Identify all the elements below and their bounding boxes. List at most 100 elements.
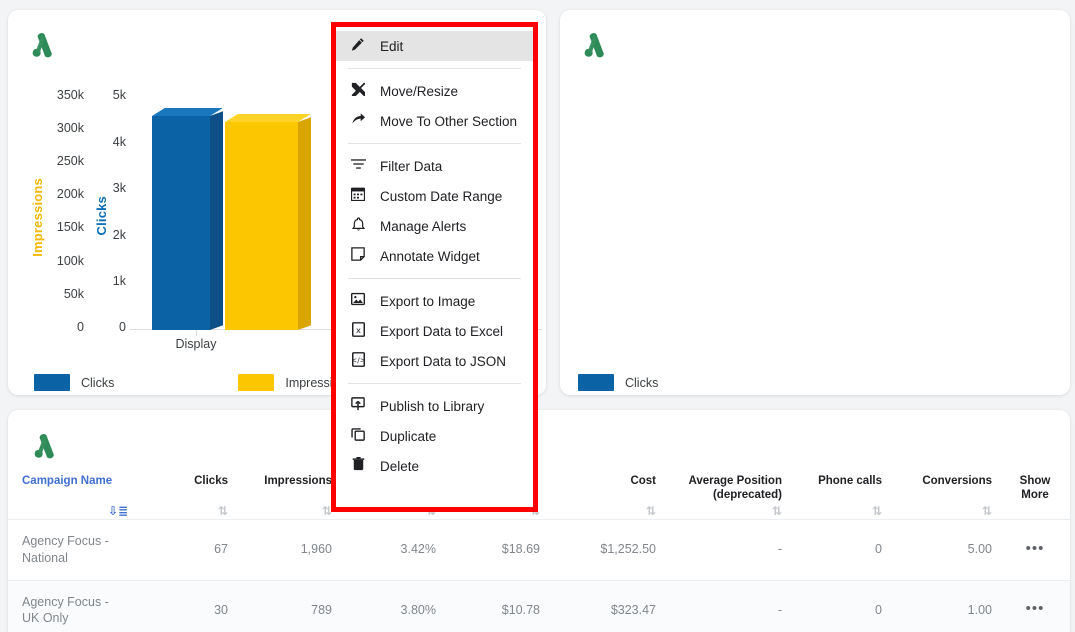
row-menu-icon[interactable]: ••• xyxy=(1024,539,1046,561)
pencil-icon xyxy=(350,37,366,55)
calendar-icon xyxy=(350,187,366,205)
menu-item-label: Edit xyxy=(380,38,404,54)
campaign-data-table: Campaign Name ⇩≣ Clicks ⇅ Impressions ⇅ xyxy=(8,468,1070,632)
column-header-label: Cost xyxy=(630,475,656,487)
context-menu-highlight-box: Edit Move/Resize Move To Other Section F… xyxy=(331,22,538,512)
legend-item-clicks[interactable]: Clicks xyxy=(34,374,114,391)
cell-phone-calls: 0 xyxy=(790,518,890,580)
google-ads-logo xyxy=(32,33,52,58)
row-actions-cell[interactable]: ••• xyxy=(1000,579,1070,632)
sort-desc-icon[interactable]: ⇩≣ xyxy=(108,505,128,517)
trash-icon xyxy=(350,457,366,475)
menu-item-edit[interactable]: Edit xyxy=(336,31,533,61)
menu-item-export-data-to-json[interactable]: </> Export Data to JSON xyxy=(336,346,533,376)
cell-conversions: 5.00 xyxy=(890,518,1000,580)
clicks-tick: 3k xyxy=(112,181,126,195)
menu-item-move-resize[interactable]: Move/Resize xyxy=(336,76,533,106)
svg-text:x: x xyxy=(356,324,361,334)
widget-context-menu[interactable]: Edit Move/Resize Move To Other Section F… xyxy=(336,27,533,507)
cell-campaign-name: Agency Focus - National xyxy=(8,518,136,580)
google-ads-logo xyxy=(34,434,54,459)
clicks-tick: 1k xyxy=(112,274,126,288)
menu-item-label: Move/Resize xyxy=(380,83,459,99)
menu-item-label: Custom Date Range xyxy=(380,188,503,204)
note-icon xyxy=(350,247,366,265)
table-row[interactable]: Agency Focus - UK Only 30 789 3.80% $10.… xyxy=(8,579,1070,632)
move-resize-icon xyxy=(350,82,366,100)
clicks-tick: 2k xyxy=(112,228,126,242)
cell-campaign-name: Agency Focus - UK Only xyxy=(8,579,136,632)
legend-label-clicks: Clicks xyxy=(81,375,115,390)
menu-item-filter-data[interactable]: Filter Data xyxy=(336,151,533,181)
menu-divider xyxy=(348,68,521,69)
impressions-tick: 200k xyxy=(56,187,84,201)
menu-item-move-to-other-section[interactable]: Move To Other Section xyxy=(336,106,533,136)
column-header-show-more[interactable]: Show More xyxy=(1000,468,1070,519)
legend-label-clicks: Clicks xyxy=(625,375,659,390)
google-ads-logo xyxy=(584,33,604,58)
left-chart-legend: Clicks Impressions xyxy=(34,374,353,391)
column-header-campaign-name[interactable]: Campaign Name ⇩≣ xyxy=(8,468,136,519)
menu-item-delete[interactable]: Delete xyxy=(336,451,533,481)
impressions-tick: 100k xyxy=(56,254,84,268)
menu-item-manage-alerts[interactable]: Manage Alerts xyxy=(336,211,533,241)
cell-cost: $1,252.50 xyxy=(548,518,664,580)
table-header-row: Campaign Name ⇩≣ Clicks ⇅ Impressions ⇅ xyxy=(8,468,1070,519)
menu-item-label: Export Data to JSON xyxy=(380,353,507,369)
legend-swatch-clicks xyxy=(34,374,70,391)
menu-divider xyxy=(348,278,521,279)
table-row[interactable]: Agency Focus - National 67 1,960 3.42% $… xyxy=(8,518,1070,580)
row-actions-cell[interactable]: ••• xyxy=(1000,518,1070,580)
sort-icon[interactable]: ⇅ xyxy=(218,505,228,517)
column-header-conversions[interactable]: Conversions ⇅ xyxy=(890,468,1000,519)
svg-text:</>: </> xyxy=(352,355,365,364)
cell-impressions: 789 xyxy=(236,579,340,632)
bar-display-impressions[interactable] xyxy=(225,114,311,330)
image-export-icon xyxy=(350,292,366,310)
dashboard-page: Impressions Clicks 350k 300k 250k 200k 1… xyxy=(0,0,1075,632)
column-header-impressions[interactable]: Impressions ⇅ xyxy=(236,468,340,519)
column-header-clicks[interactable]: Clicks ⇅ xyxy=(136,468,236,519)
cell-ctr: 3.42% xyxy=(340,518,444,580)
column-header-average-position[interactable]: Average Position (deprecated) ⇅ xyxy=(664,468,790,519)
clicks-tick: 5k xyxy=(112,88,126,102)
menu-item-label: Publish to Library xyxy=(380,398,485,414)
row-menu-icon[interactable]: ••• xyxy=(1024,599,1046,621)
column-header-cost[interactable]: Cost ⇅ xyxy=(548,468,664,519)
cell-average-position: - xyxy=(664,579,790,632)
cell-clicks: 67 xyxy=(136,518,236,580)
sort-icon[interactable]: ⇅ xyxy=(982,505,992,517)
filter-icon xyxy=(350,158,366,174)
menu-item-annotate-widget[interactable]: Annotate Widget xyxy=(336,241,533,271)
cell-impressions: 1,960 xyxy=(236,518,340,580)
column-header-label: Clicks xyxy=(194,475,228,487)
menu-item-duplicate[interactable]: Duplicate xyxy=(336,421,533,451)
legend-swatch-impressions xyxy=(238,374,275,391)
legend-swatch-clicks xyxy=(578,374,614,391)
column-header-label: Average Position (deprecated) xyxy=(688,475,782,502)
bell-icon xyxy=(350,216,366,236)
menu-item-export-data-to-excel[interactable]: x Export Data to Excel xyxy=(336,316,533,346)
column-header-label: Conversions xyxy=(922,475,992,487)
impressions-tick: 350k xyxy=(56,88,84,102)
menu-item-publish-to-library[interactable]: Publish to Library xyxy=(336,391,533,421)
column-header-label: Phone calls xyxy=(818,475,882,487)
duplicate-icon xyxy=(350,427,366,445)
column-header-phone-calls[interactable]: Phone calls ⇅ xyxy=(790,468,890,519)
bar-display-clicks[interactable] xyxy=(152,108,223,330)
menu-item-label: Duplicate xyxy=(380,428,437,444)
sort-icon[interactable]: ⇅ xyxy=(872,505,882,517)
cell-phone-calls: 0 xyxy=(790,579,890,632)
menu-item-custom-date-range[interactable]: Custom Date Range xyxy=(336,181,533,211)
excel-export-icon: x xyxy=(350,321,366,341)
menu-item-label: Annotate Widget xyxy=(380,248,480,264)
clicks-tick: 4k xyxy=(112,135,126,149)
menu-item-label: Export Data to Excel xyxy=(380,323,504,339)
menu-item-export-to-image[interactable]: Export to Image xyxy=(336,286,533,316)
legend-item-clicks[interactable]: Clicks xyxy=(578,374,658,391)
column-header-label: Impressions xyxy=(264,475,332,487)
sort-icon[interactable]: ⇅ xyxy=(772,505,782,517)
impressions-tick: 0 xyxy=(77,320,84,334)
menu-item-label: Move To Other Section xyxy=(380,113,518,129)
sort-icon[interactable]: ⇅ xyxy=(646,505,656,517)
